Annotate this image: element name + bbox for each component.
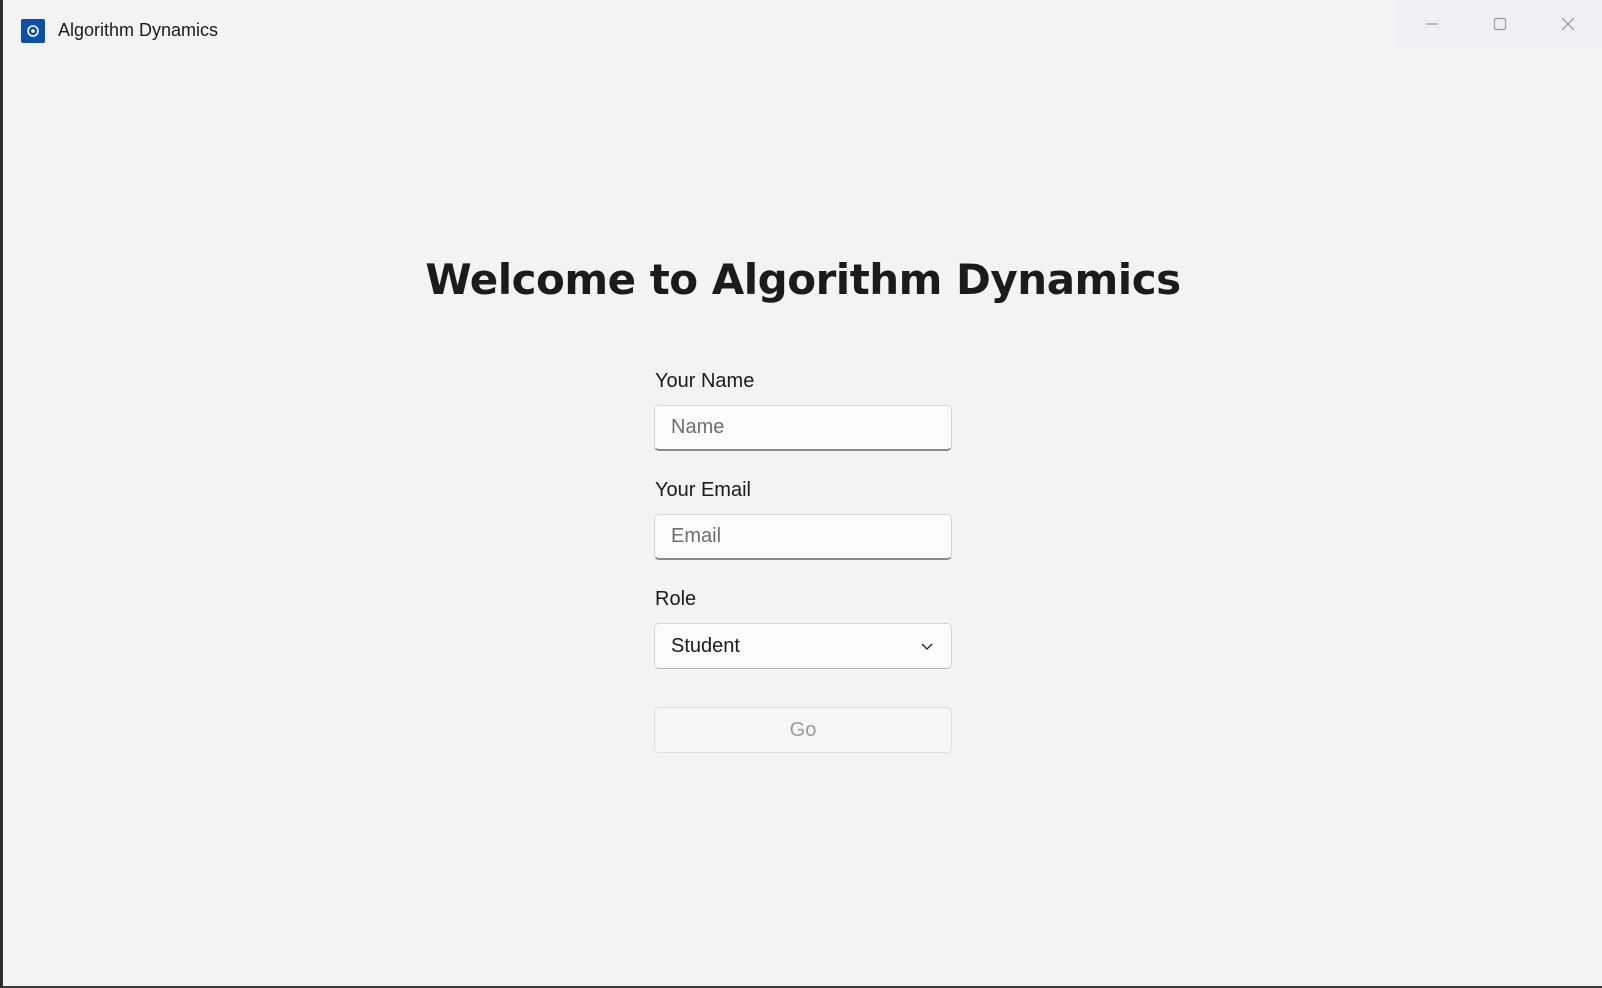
minimize-icon xyxy=(1426,23,1438,25)
name-group: Your Name xyxy=(654,370,954,451)
maximize-icon xyxy=(1493,17,1507,31)
email-label: Your Email xyxy=(655,479,751,501)
minimize-button[interactable] xyxy=(1398,0,1466,48)
role-selected-value: Student xyxy=(671,634,740,657)
signup-form: Your Name Your Email Role Student Go xyxy=(654,370,954,753)
chevron-down-icon xyxy=(921,643,933,650)
app-icon xyxy=(21,19,45,43)
title-bar: Algorithm Dynamics xyxy=(3,0,1602,62)
close-button[interactable] xyxy=(1534,0,1602,48)
name-input[interactable] xyxy=(654,405,952,451)
email-input[interactable] xyxy=(654,514,952,560)
app-window: Algorithm Dynamics Welcome to Algorithm … xyxy=(2,0,1602,988)
email-group: Your Email xyxy=(654,479,954,560)
name-label: Your Name xyxy=(655,370,755,392)
caption-buttons xyxy=(1398,0,1602,48)
role-group: Role Student xyxy=(654,588,954,669)
maximize-button[interactable] xyxy=(1466,0,1534,48)
close-icon xyxy=(1561,17,1575,31)
go-button[interactable]: Go xyxy=(654,707,952,753)
welcome-heading: Welcome to Algorithm Dynamics xyxy=(425,255,1181,304)
role-label: Role xyxy=(655,588,697,610)
window-title: Algorithm Dynamics xyxy=(58,20,219,40)
role-dropdown[interactable]: Student xyxy=(654,623,952,669)
